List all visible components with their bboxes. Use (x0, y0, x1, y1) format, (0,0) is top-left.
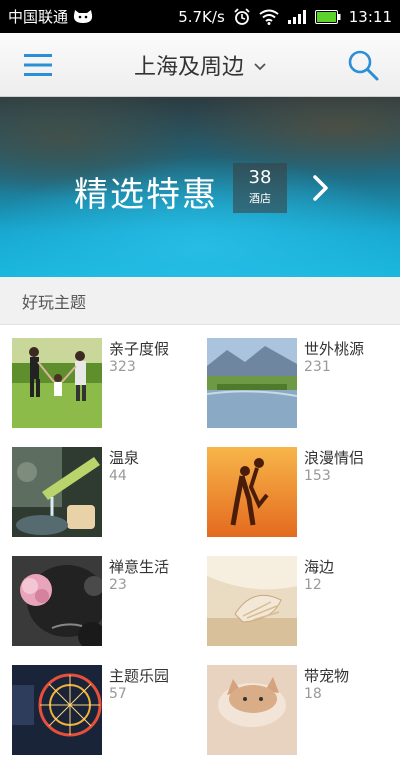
theme-item-family[interactable]: 亲子度假 323 (12, 338, 207, 448)
status-carrier-group: 中国联通 (8, 6, 94, 27)
flower-stones-photo (12, 556, 102, 646)
theme-item-hotspring[interactable]: 温泉 44 (12, 447, 207, 557)
theme-count: 23 (109, 577, 127, 593)
theme-name: 温泉 (109, 449, 140, 467)
status-bar: 中国联通 5.7K/s 13:11 (0, 0, 400, 33)
family-on-lawn-photo (12, 338, 102, 428)
carrier-name: 中国联通 (8, 8, 69, 26)
search-icon[interactable] (346, 48, 380, 82)
theme-count: 153 (304, 468, 331, 484)
theme-name: 海边 (304, 558, 335, 576)
theme-item-themepark[interactable]: 主题乐园 57 (12, 665, 207, 775)
chevron-right-icon[interactable] (312, 175, 330, 205)
network-speed: 5.7K/s (178, 7, 225, 26)
clock-time: 13:11 (348, 7, 392, 26)
mountain-lake-photo (207, 338, 297, 428)
theme-name: 禅意生活 (109, 558, 170, 576)
hotel-count: 38 (248, 167, 272, 188)
chevron-down-icon[interactable] (254, 56, 266, 75)
theme-count: 57 (109, 686, 127, 702)
theme-count: 44 (109, 468, 127, 484)
section-title: 好玩主题 (22, 292, 87, 312)
theme-name: 主题乐园 (109, 667, 170, 685)
city-selector-wrap: 上海及周边 (0, 33, 400, 97)
theme-count: 12 (304, 577, 322, 593)
couple-sunset-photo (207, 447, 297, 537)
section-header: 好玩主题 (0, 277, 400, 325)
ferris-wheel-photo (12, 665, 102, 755)
theme-item-paradise[interactable]: 世外桃源 231 (207, 338, 400, 448)
city-selector[interactable]: 上海及周边 (134, 49, 244, 81)
cat-face-icon (72, 9, 94, 25)
kitten-photo (207, 665, 297, 755)
theme-name: 世外桃源 (304, 340, 365, 358)
top-navigation-bar: 上海及周边 (0, 33, 400, 97)
theme-count: 18 (304, 686, 322, 702)
seashell-beach-photo (207, 556, 297, 646)
battery-icon (314, 9, 341, 24)
theme-item-seaside[interactable]: 海边 12 (207, 556, 400, 666)
featured-deals-banner[interactable]: 精选特惠 38 酒店 (0, 97, 400, 277)
theme-count: 231 (304, 359, 331, 375)
bamboo-spring-photo (12, 447, 102, 537)
theme-name: 带宠物 (304, 667, 350, 685)
theme-item-romance[interactable]: 浪漫情侣 153 (207, 447, 400, 557)
theme-item-pets[interactable]: 带宠物 18 (207, 665, 400, 775)
alarm-icon (233, 7, 251, 26)
wifi-icon (259, 9, 279, 25)
signal-icon (287, 9, 307, 24)
theme-name: 浪漫情侣 (304, 449, 365, 467)
banner-title: 精选特惠 (74, 175, 218, 215)
hotel-unit-label: 酒店 (249, 192, 271, 205)
status-right-group: 5.7K/s 13:11 (178, 8, 392, 26)
hotel-count-badge: 38 酒店 (233, 163, 287, 213)
theme-name: 亲子度假 (109, 340, 170, 358)
hamburger-menu-icon[interactable] (22, 51, 56, 79)
theme-item-zen[interactable]: 禅意生活 23 (12, 556, 207, 666)
theme-count: 323 (109, 359, 136, 375)
theme-grid: 亲子度假 323 世外桃源 231 温泉 44 浪漫情侣 153 禅意生活 23… (0, 325, 400, 755)
